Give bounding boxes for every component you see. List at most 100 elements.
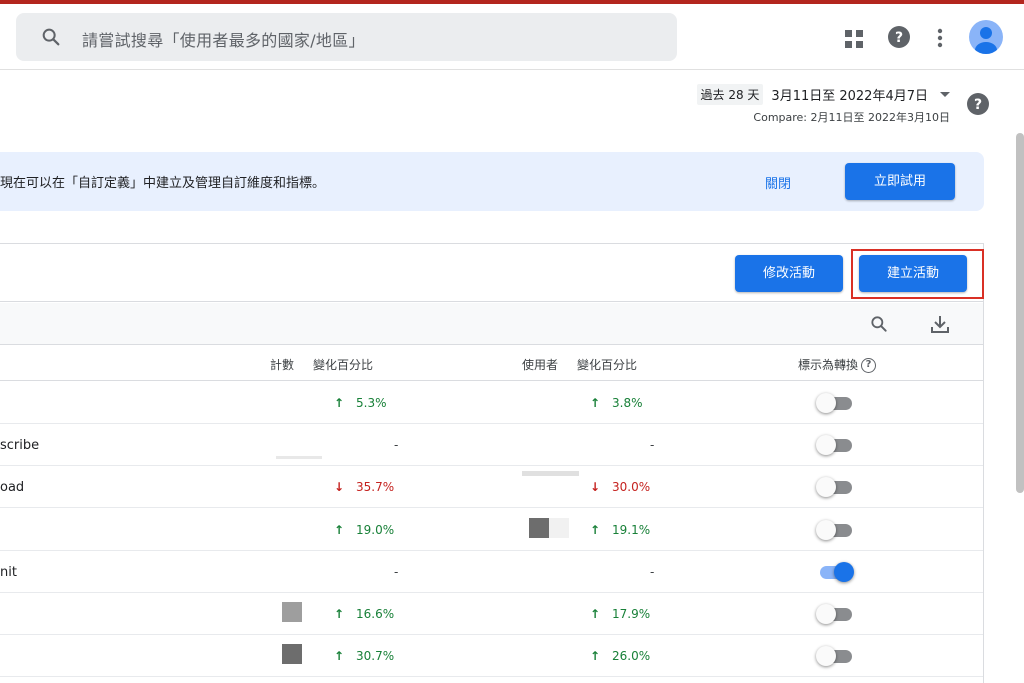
top-app-bar: 請嘗試搜尋「使用者最多的國家/地區」 ? (0, 4, 1024, 70)
users_change: - (650, 438, 655, 453)
count_change-value: 5.3% (356, 396, 387, 410)
table-row[interactable]: nit - - (0, 551, 983, 593)
users_change-value: 26.0% (612, 649, 651, 664)
conversion-toggle[interactable] (816, 477, 854, 498)
event-name[interactable]: nit (0, 565, 17, 580)
conversion-toggle[interactable] (816, 435, 854, 456)
toggle-knob (816, 477, 836, 498)
table-row[interactable]: ↑ 5.3% ↑ 3.8% (0, 382, 983, 424)
col-count[interactable]: 計數 (270, 356, 294, 373)
date-period-label: 過去 28 天 (696, 84, 764, 105)
count_change: ↑ 30.7% (334, 649, 394, 663)
users-sparkline (529, 517, 549, 538)
conversion-help-icon[interactable]: ? (861, 358, 877, 373)
count_change-value: 19.0% (356, 522, 395, 537)
table-column-header: 計數 變化百分比 使用者 變化百分比 標示為轉換? (0, 345, 983, 381)
apps-grid-icon[interactable] (845, 30, 863, 48)
banner-message: 現在可以在「自訂定義」中建立及管理自訂維度和指標。 (0, 176, 326, 191)
users_change: ↑ 19.1% (590, 523, 650, 537)
conversion-toggle[interactable] (816, 519, 854, 540)
users-sparkline (549, 517, 569, 538)
users_change-value: 17.9% (612, 607, 651, 621)
count_change: ↑ 16.6% (334, 607, 394, 621)
page-help-icon[interactable]: ? (967, 93, 989, 115)
count_change-value: 30.7% (356, 649, 395, 664)
try-now-button[interactable]: 立即試用 (845, 163, 955, 200)
count_change: ↑ 5.3% (334, 396, 387, 410)
toggle-knob (816, 519, 836, 540)
search-bar[interactable]: 請嘗試搜尋「使用者最多的國家/地區」 (16, 13, 677, 61)
date-range-label[interactable]: 3月11日至 2022年4月7日 (771, 85, 928, 104)
arrow-up-icon: ↑ (590, 522, 601, 537)
info-banner: 現在可以在「自訂定義」中建立及管理自訂維度和指標。 關閉 (0, 152, 984, 211)
account-avatar-icon[interactable] (969, 20, 1003, 54)
count_change: ↓ 35.7% (334, 480, 394, 494)
help-icon[interactable]: ? (888, 26, 910, 48)
conversion-toggle[interactable] (816, 561, 854, 582)
event-name[interactable]: oad (0, 480, 24, 495)
arrow-up-icon: ↑ (334, 396, 345, 410)
table-toolbar (0, 303, 983, 345)
conversion-toggle[interactable] (816, 604, 854, 624)
download-icon[interactable] (930, 314, 950, 334)
users_change: ↑ 26.0% (590, 649, 650, 663)
users_change-value: 30.0% (612, 480, 651, 495)
scrollbar[interactable] (1016, 133, 1024, 493)
search-input[interactable]: 請嘗試搜尋「使用者最多的國家/地區」 (82, 27, 365, 51)
table-row[interactable]: scribe - - (0, 424, 983, 467)
table-row[interactable]: ↑ 19.0% ↑ 19.1% (0, 509, 983, 551)
card-header: 修改活動 建立活動 (0, 244, 984, 302)
arrow-down-icon: ↓ (590, 480, 601, 495)
events-table-card: 修改活動 建立活動 計數 變化百分比 使用者 變化百分比 標示為轉換? ↑ 5.3… (0, 243, 984, 683)
modify-event-button[interactable]: 修改活動 (735, 255, 843, 292)
col-count-change[interactable]: 變化百分比 (313, 356, 373, 373)
event-name[interactable]: scribe (0, 438, 39, 453)
users_change-value: 3.8% (612, 396, 643, 410)
conversion-toggle[interactable] (816, 646, 854, 667)
count_change: - (394, 438, 399, 453)
count_change-value: 35.7% (356, 480, 395, 495)
count_change: - (394, 564, 399, 579)
users_change: ↑ 17.9% (590, 607, 650, 621)
users_change: ↓ 30.0% (590, 480, 650, 494)
conversion-toggle[interactable] (816, 393, 854, 413)
arrow-up-icon: ↑ (334, 649, 345, 664)
table-search-icon[interactable] (869, 314, 889, 334)
count-sparkline (282, 602, 302, 622)
count-sparkline (276, 456, 322, 460)
arrow-up-icon: ↑ (590, 396, 601, 410)
count-sparkline (282, 644, 302, 665)
svg-text:?: ? (974, 97, 982, 113)
create-event-button[interactable]: 建立活動 (859, 255, 967, 292)
banner-close-button[interactable]: 關閉 (765, 173, 791, 192)
count_change-value: 16.6% (356, 607, 395, 621)
users-sparkline (522, 471, 579, 477)
arrow-up-icon: ↑ (334, 607, 345, 621)
col-conversion-label: 標示為轉換 (798, 358, 859, 372)
table-row[interactable]: ↑ 16.6% ↑ 17.9% (0, 593, 983, 635)
col-users-change[interactable]: 變化百分比 (577, 356, 637, 373)
toggle-knob (816, 393, 836, 413)
table-row[interactable]: ↑ 30.7% ↑ 26.0% (0, 635, 983, 678)
users_change: - (650, 564, 655, 579)
arrow-up-icon: ↑ (590, 649, 601, 664)
arrow-up-icon: ↑ (590, 607, 601, 621)
date-range-selector[interactable]: 過去 28 天 3月11日至 2022年4月7日 Compare: 2月11日至… (696, 84, 950, 125)
col-users[interactable]: 使用者 (522, 356, 558, 373)
count_change: ↑ 19.0% (334, 523, 394, 537)
toggle-knob (834, 561, 854, 582)
users_change-value: 19.1% (612, 522, 651, 537)
toggle-knob (816, 604, 836, 624)
toggle-knob (816, 435, 836, 456)
compare-range-label: Compare: 2月11日至 2022年3月10日 (753, 111, 950, 124)
more-vert-icon[interactable] (936, 28, 944, 48)
arrow-down-icon: ↓ (334, 480, 345, 495)
svg-text:?: ? (895, 30, 903, 46)
search-icon (42, 28, 60, 46)
caret-down-icon[interactable] (940, 92, 950, 97)
col-conversion[interactable]: 標示為轉換? (798, 356, 877, 373)
table-row[interactable]: oad ↓ 35.7% ↓ 30.0% (0, 466, 983, 509)
users_change: ↑ 3.8% (590, 396, 643, 410)
toggle-knob (816, 646, 836, 667)
arrow-up-icon: ↑ (334, 522, 345, 537)
